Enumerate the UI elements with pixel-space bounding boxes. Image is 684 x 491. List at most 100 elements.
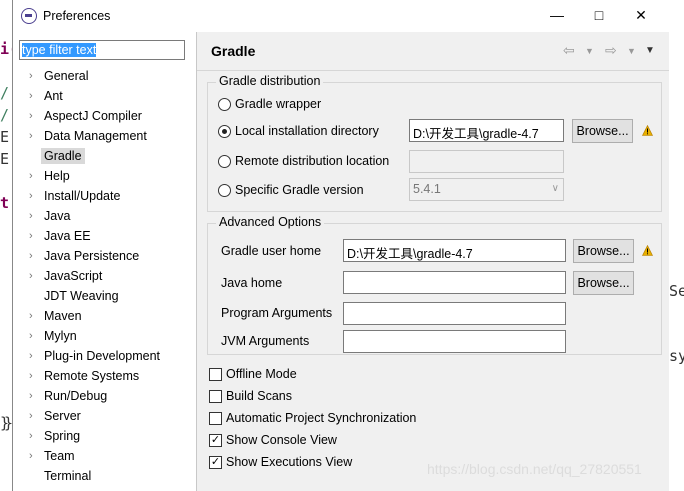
specific-version-radio[interactable]: Specific Gradle version [218, 183, 364, 197]
jvm-arguments-label: JVM Arguments [221, 334, 310, 348]
local-installation-field[interactable]: D:\开发工具\gradle-4.7 [409, 119, 564, 142]
java-home-browse-button[interactable]: Browse... [573, 271, 634, 295]
chevron-right-icon[interactable]: › [29, 126, 39, 146]
title-bar[interactable]: Preferences — □ ✕ [13, 0, 669, 32]
chevron-right-icon[interactable]: › [29, 406, 39, 426]
chevron-right-icon[interactable]: › [29, 186, 39, 206]
tree-item[interactable]: Gradle [13, 146, 197, 166]
gradle-user-home-field[interactable]: D:\开发工具\gradle-4.7 [343, 239, 566, 262]
tree-item[interactable]: › Data Management [13, 126, 197, 146]
tree-item[interactable]: › Java Persistence [13, 246, 197, 266]
chevron-right-icon[interactable]: › [29, 226, 39, 246]
close-button[interactable]: ✕ [621, 4, 661, 28]
minimize-button[interactable]: — [537, 4, 577, 28]
forward-arrow-icon[interactable]: ⇨ [605, 42, 617, 59]
tree-item[interactable]: › Help [13, 166, 197, 186]
filter-input[interactable]: type filter text [19, 40, 185, 60]
chevron-right-icon[interactable]: › [29, 266, 39, 286]
tree-item[interactable]: › Plug-in Development [13, 346, 197, 366]
tree-item-label: Run/Debug [44, 389, 108, 403]
offline-mode-checkbox[interactable]: Offline Mode [209, 367, 297, 381]
warning-icon [642, 245, 653, 256]
bg-fragment: E [0, 128, 10, 146]
group-title: Gradle distribution [216, 74, 324, 88]
chevron-right-icon[interactable]: › [29, 366, 39, 386]
chevron-right-icon[interactable]: › [29, 86, 39, 106]
view-menu-icon[interactable]: ▼ [645, 45, 655, 56]
tree-item[interactable]: › Ant [13, 86, 197, 106]
preference-tree: › General › Ant › AspectJ Compiler › Data Manag… [13, 66, 197, 486]
back-arrow-icon[interactable]: ⇦ [563, 42, 575, 59]
dropdown-value: 5.4.1 [413, 182, 441, 196]
local-installation-radio[interactable]: Local installation directory [218, 124, 379, 138]
tree-item[interactable]: › Run/Debug [13, 386, 197, 406]
chevron-right-icon[interactable]: › [29, 346, 39, 366]
window-title: Preferences [43, 9, 111, 23]
remote-distribution-radio[interactable]: Remote distribution location [218, 154, 389, 168]
tree-item[interactable]: › Spring [13, 426, 197, 446]
chevron-right-icon[interactable]: › [29, 446, 39, 466]
bg-fragment: E [0, 150, 10, 168]
tree-item[interactable]: › Mylyn [13, 326, 197, 346]
tree-item[interactable]: › Remote Systems [13, 366, 197, 386]
local-browse-button[interactable]: Browse... [572, 119, 633, 143]
header-separator [197, 70, 669, 71]
bg-fragment: sy [669, 347, 684, 365]
back-menu-chevron-icon[interactable]: ▼ [585, 46, 594, 56]
tree-item[interactable]: › Install/Update [13, 186, 197, 206]
chevron-right-icon[interactable]: › [29, 206, 39, 226]
checkbox-label: Automatic Project Synchronization [226, 411, 417, 425]
chevron-right-icon[interactable]: › [29, 306, 39, 326]
advanced-options-group: Advanced Options Gradle user home D:\开发工… [207, 215, 662, 355]
tree-item[interactable]: › Java [13, 206, 197, 226]
show-executions-view-checkbox[interactable]: ✓ Show Executions View [209, 455, 352, 469]
tree-item[interactable]: › JavaScript [13, 266, 197, 286]
forward-menu-chevron-icon[interactable]: ▼ [627, 46, 636, 56]
chevron-right-icon[interactable]: › [29, 426, 39, 446]
tree-item-label: JDT Weaving [44, 289, 119, 303]
user-home-browse-button[interactable]: Browse... [573, 239, 634, 263]
tree-item[interactable]: › General [13, 66, 197, 86]
tree-item-label: Server [44, 409, 81, 423]
tree-item[interactable]: › AspectJ Compiler [13, 106, 197, 126]
radio-dot [218, 183, 231, 197]
tree-item[interactable]: › Team [13, 446, 197, 466]
gradle-user-home-label: Gradle user home [221, 244, 322, 258]
tree-item-label: Gradle [41, 148, 85, 164]
tree-item[interactable]: › Java EE [13, 226, 197, 246]
build-scans-checkbox[interactable]: Build Scans [209, 389, 292, 403]
java-home-field[interactable] [343, 271, 566, 294]
tree-item-label: Help [44, 169, 70, 183]
chevron-right-icon[interactable]: › [29, 166, 39, 186]
tree-item-label: Maven [44, 309, 82, 323]
eclipse-app-icon [21, 8, 37, 24]
program-arguments-label: Program Arguments [221, 306, 333, 320]
tree-item[interactable]: JDT Weaving [13, 286, 197, 306]
gradle-wrapper-radio[interactable]: Gradle wrapper [218, 97, 321, 111]
program-arguments-field[interactable] [343, 302, 566, 325]
bg-fragment: t [0, 194, 10, 212]
checkmark-icon: ✓ [209, 433, 222, 447]
tree-item-label: General [44, 69, 89, 83]
chevron-right-icon[interactable]: › [29, 386, 39, 406]
checkbox-box [209, 367, 222, 381]
tree-item-label: Java [44, 209, 71, 223]
chevron-right-icon[interactable]: › [29, 326, 39, 346]
tree-item[interactable]: › Server [13, 406, 197, 426]
tree-item[interactable]: › Maven [13, 306, 197, 326]
specific-version-dropdown[interactable]: 5.4.1 ∨ [409, 178, 564, 201]
chevron-right-icon[interactable]: › [29, 106, 39, 126]
auto-sync-checkbox[interactable]: Automatic Project Synchronization [209, 411, 416, 425]
tree-item-label: Install/Update [44, 189, 121, 203]
checkmark-icon: ✓ [209, 455, 222, 469]
group-title: Advanced Options [216, 215, 325, 229]
bg-fragment: Se [669, 282, 684, 300]
chevron-right-icon[interactable]: › [29, 66, 39, 86]
bg-fragment: / [0, 106, 10, 124]
tree-item[interactable]: Terminal [13, 466, 197, 486]
show-console-view-checkbox[interactable]: ✓ Show Console View [209, 433, 337, 447]
remote-distribution-field[interactable] [409, 150, 564, 173]
chevron-right-icon[interactable]: › [29, 246, 39, 266]
jvm-arguments-field[interactable] [343, 330, 566, 353]
maximize-button[interactable]: □ [579, 4, 619, 28]
